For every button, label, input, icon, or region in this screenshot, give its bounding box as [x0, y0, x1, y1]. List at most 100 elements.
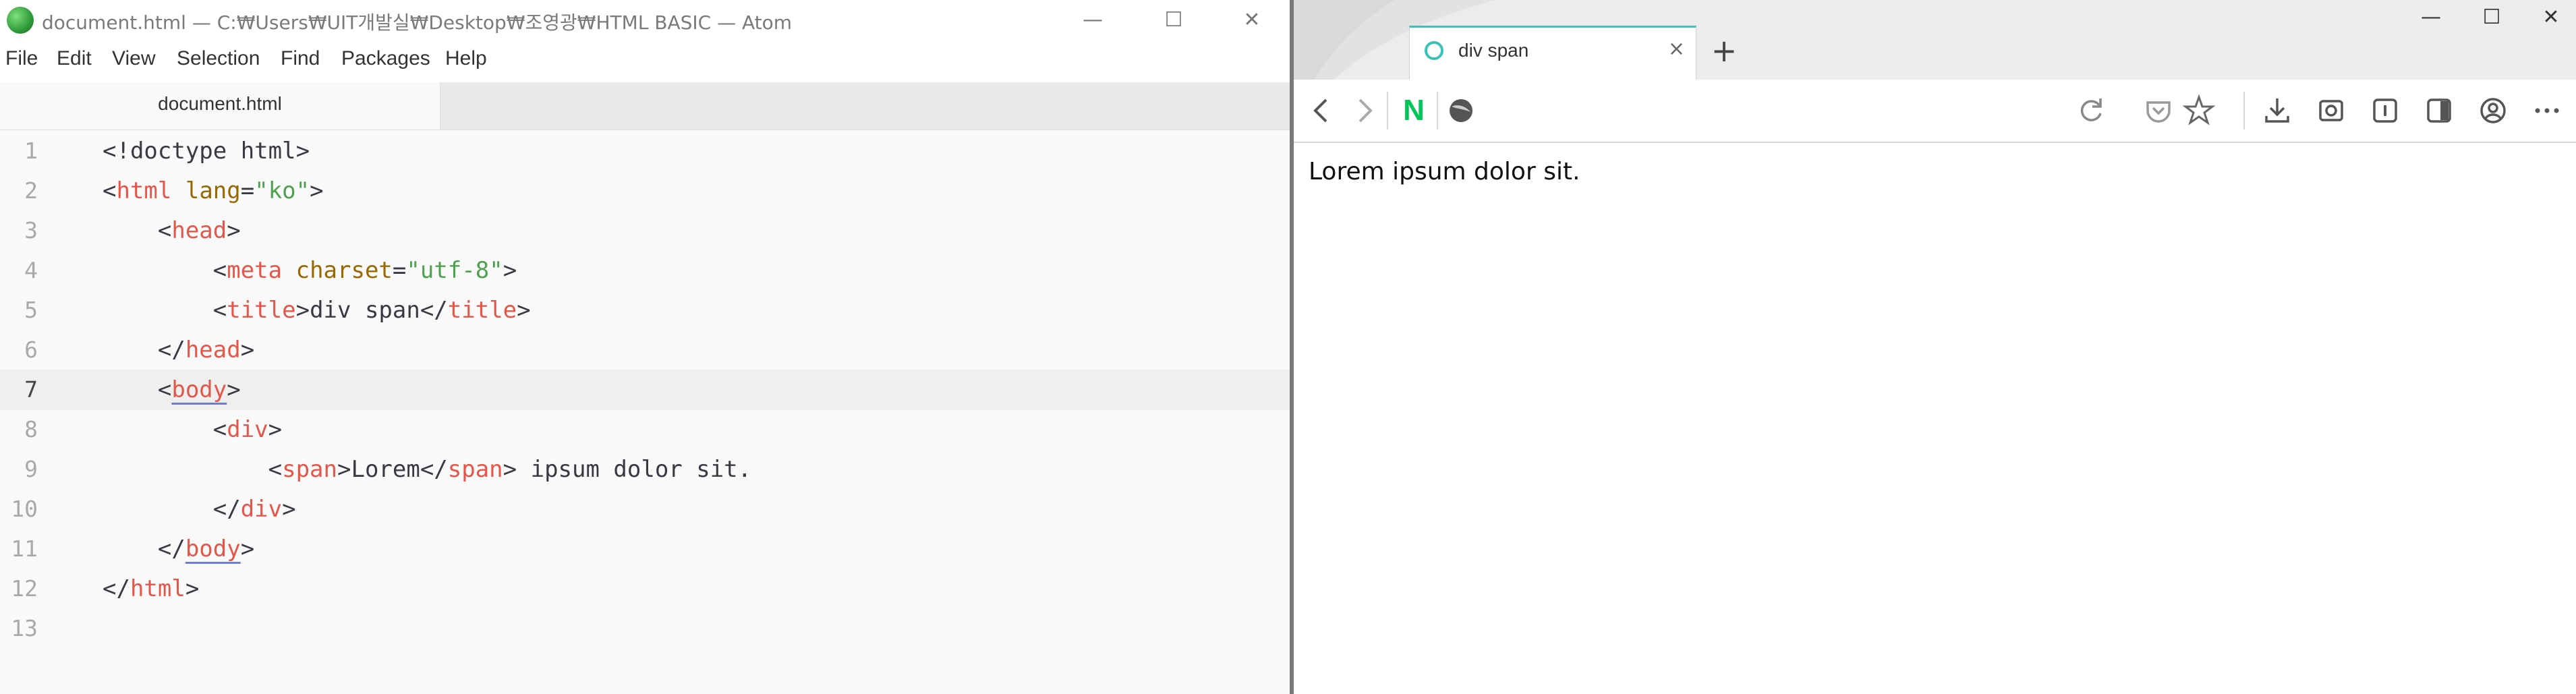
code-token: > [310, 177, 324, 204]
menu-help[interactable]: Help [445, 47, 487, 70]
code-token: head [171, 217, 227, 244]
code-token: = [392, 257, 407, 284]
code-token: < [103, 217, 172, 244]
line-number: 1 [24, 138, 38, 164]
code-token: > [282, 496, 296, 523]
browser-minimize-icon[interactable]: — [2411, 3, 2451, 32]
line-number: 4 [24, 257, 38, 283]
code-token: < [103, 416, 227, 443]
code-line[interactable]: 3 <head> [0, 210, 1290, 251]
code-editor[interactable]: 1 <!doctype html> 2 <html lang="ko"> 3 <head… [0, 129, 1290, 694]
line-number: 6 [24, 337, 38, 363]
code-token: lang [185, 177, 241, 204]
close-icon[interactable]: ✕ [1233, 5, 1271, 35]
line-number: 12 [11, 575, 38, 602]
code-token: > [240, 337, 255, 364]
editor-tab-document-html[interactable]: document.html [0, 82, 440, 129]
code-line[interactable]: 8 <div> [0, 409, 1290, 450]
naver-icon[interactable]: N [1395, 92, 1433, 129]
code-token: = [240, 177, 255, 204]
code-text: </body> [103, 536, 254, 562]
download-icon[interactable] [2258, 92, 2296, 129]
code-text: </head> [103, 337, 254, 364]
reader-mode-icon[interactable] [2366, 92, 2404, 129]
browser-toolbar: N [1294, 80, 2576, 143]
atom-editor-window: document.html — C:₩Users₩UIT개발실₩Desktop₩… [0, 0, 1290, 694]
minimize-icon[interactable]: — [1074, 5, 1112, 35]
code-token: "utf-8" [406, 257, 503, 284]
code-text: <html lang="ko"> [103, 177, 324, 204]
back-icon[interactable] [1303, 92, 1341, 129]
code-text: <title>div span</title> [103, 297, 531, 324]
code-token: </ [103, 496, 241, 523]
code-line[interactable]: 1 <!doctype html> [0, 131, 1290, 171]
code-line[interactable]: 4 <meta charset="utf-8"> [0, 250, 1290, 291]
browser-tab-title: div span [1458, 40, 1529, 61]
line-number: 7 [24, 376, 38, 403]
code-token: < [103, 257, 227, 284]
code-token: < [103, 177, 117, 204]
code-line[interactable]: 2 <html lang="ko"> [0, 171, 1290, 211]
tab-close-icon[interactable]: × [1668, 37, 1685, 61]
code-token: html [130, 575, 185, 602]
toolbar-separator [1437, 92, 1438, 129]
toolbar-separator [1387, 92, 1388, 129]
code-token: > [503, 257, 517, 284]
code-token: > [268, 416, 283, 443]
reload-icon[interactable] [2072, 92, 2110, 129]
code-token: </ [103, 575, 130, 602]
new-tab-button[interactable]: + [1702, 30, 1746, 73]
forward-icon[interactable] [1345, 92, 1383, 129]
sidebar-icon[interactable] [2420, 92, 2458, 129]
code-token: div [240, 496, 283, 523]
code-line[interactable]: 11 </body> [0, 529, 1290, 569]
toolbar-separator [2243, 92, 2245, 129]
code-token: >div span</ [295, 297, 448, 324]
profile-icon[interactable] [2474, 92, 2512, 129]
code-token: </ [103, 536, 185, 562]
site-info-icon[interactable] [1442, 92, 1480, 129]
maximize-icon[interactable]: ☐ [1155, 5, 1193, 35]
code-token: > [227, 217, 241, 244]
code-text: <!doctype html> [103, 138, 310, 165]
code-line[interactable]: 9 <span>Lorem</span> ipsum dolor sit. [0, 449, 1290, 490]
more-menu-icon[interactable] [2528, 92, 2566, 129]
editor-window-title: document.html — C:₩Users₩UIT개발실₩Desktop₩… [42, 11, 793, 34]
code-token: <!doctype html> [103, 138, 310, 165]
code-text: </div> [103, 496, 296, 523]
browser-maximize-icon[interactable]: ☐ [2471, 3, 2512, 32]
code-line[interactable]: 12 </html> [0, 569, 1290, 609]
code-line[interactable]: 6 </head> [0, 330, 1290, 370]
code-token: </ [103, 337, 185, 364]
browser-tab[interactable]: div span × [1409, 26, 1696, 82]
code-text: </html> [103, 575, 199, 602]
line-number: 9 [24, 456, 38, 482]
menu-selection[interactable]: Selection [177, 47, 260, 70]
menu-view[interactable]: View [112, 47, 155, 70]
bookmark-star-icon[interactable] [2180, 92, 2218, 129]
code-line[interactable]: 13 [0, 608, 1290, 649]
menu-edit[interactable]: Edit [57, 47, 92, 70]
code-token: meta [227, 257, 283, 284]
code-line[interactable]: 5 <title>div span</title> [0, 290, 1290, 330]
code-text: <span>Lorem</span> ipsum dolor sit. [103, 456, 752, 483]
capture-icon[interactable] [2312, 92, 2350, 129]
browser-viewport: Lorem ipsum dolor sit. [1294, 143, 2576, 694]
menu-find[interactable]: Find [281, 47, 320, 70]
code-token: > [517, 297, 531, 324]
menu-file[interactable]: File [5, 47, 38, 70]
line-number: 5 [24, 297, 38, 323]
menu-packages[interactable]: Packages [341, 47, 430, 70]
line-number: 11 [11, 536, 38, 562]
browser-close-icon[interactable]: ✕ [2531, 3, 2571, 32]
editor-titlebar: document.html — C:₩Users₩UIT개발실₩Desktop₩… [0, 0, 1290, 40]
code-token: > [227, 376, 241, 403]
code-line[interactable]: 10 </div> [0, 489, 1290, 529]
pocket-icon[interactable] [2140, 92, 2177, 129]
code-token: title [447, 297, 517, 324]
code-token: span [282, 456, 337, 483]
code-token: < [103, 376, 172, 403]
atom-app-icon [7, 7, 34, 34]
code-line[interactable]: 7 <body> [0, 370, 1290, 410]
code-token: charset [295, 257, 393, 284]
